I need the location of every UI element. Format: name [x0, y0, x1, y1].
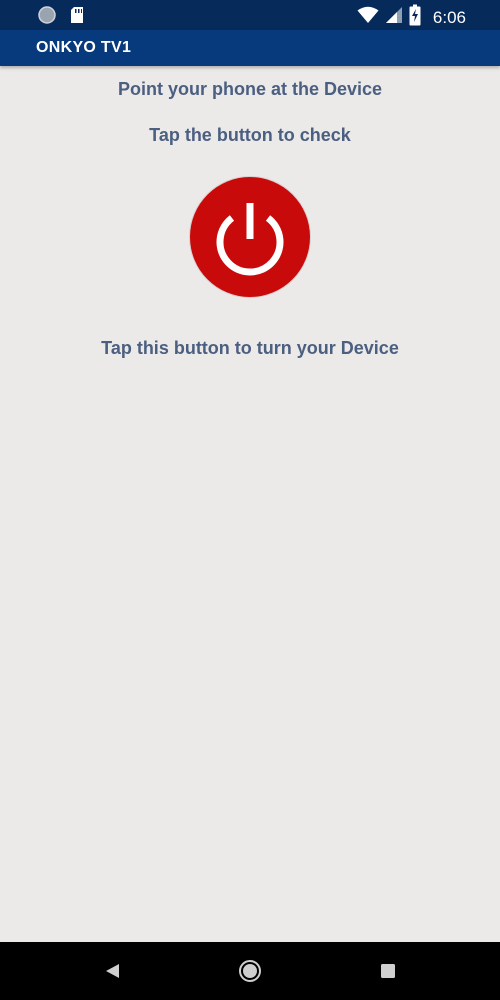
status-left-icons [38, 6, 84, 29]
status-right-icons: 6:06 [357, 4, 466, 31]
home-icon [239, 960, 261, 982]
recents-button[interactable] [375, 958, 401, 984]
wifi-icon [357, 6, 379, 29]
cell-signal-icon [385, 6, 403, 29]
app-title: ONKYO TV1 [36, 39, 132, 56]
power-icon [216, 203, 284, 276]
instruction-point-phone: Point your phone at the Device [117, 79, 383, 99]
nav-bar [0, 942, 500, 1000]
instruction-turn-device: Tap this button to turn your Device [101, 338, 399, 358]
status-bar: 6:06 [0, 0, 500, 30]
back-icon [106, 964, 119, 978]
battery-charging-icon [409, 4, 421, 31]
recents-icon [381, 964, 395, 978]
power-button[interactable] [190, 177, 310, 297]
app-bar: ONKYO TV1 [0, 30, 500, 66]
circle-notification-icon [38, 6, 56, 29]
instruction-tap-check: Tap the button to check [149, 125, 351, 145]
home-button[interactable] [237, 958, 263, 984]
back-button[interactable] [100, 958, 126, 984]
sd-card-icon [70, 6, 84, 29]
status-time: 6:06 [432, 7, 466, 27]
